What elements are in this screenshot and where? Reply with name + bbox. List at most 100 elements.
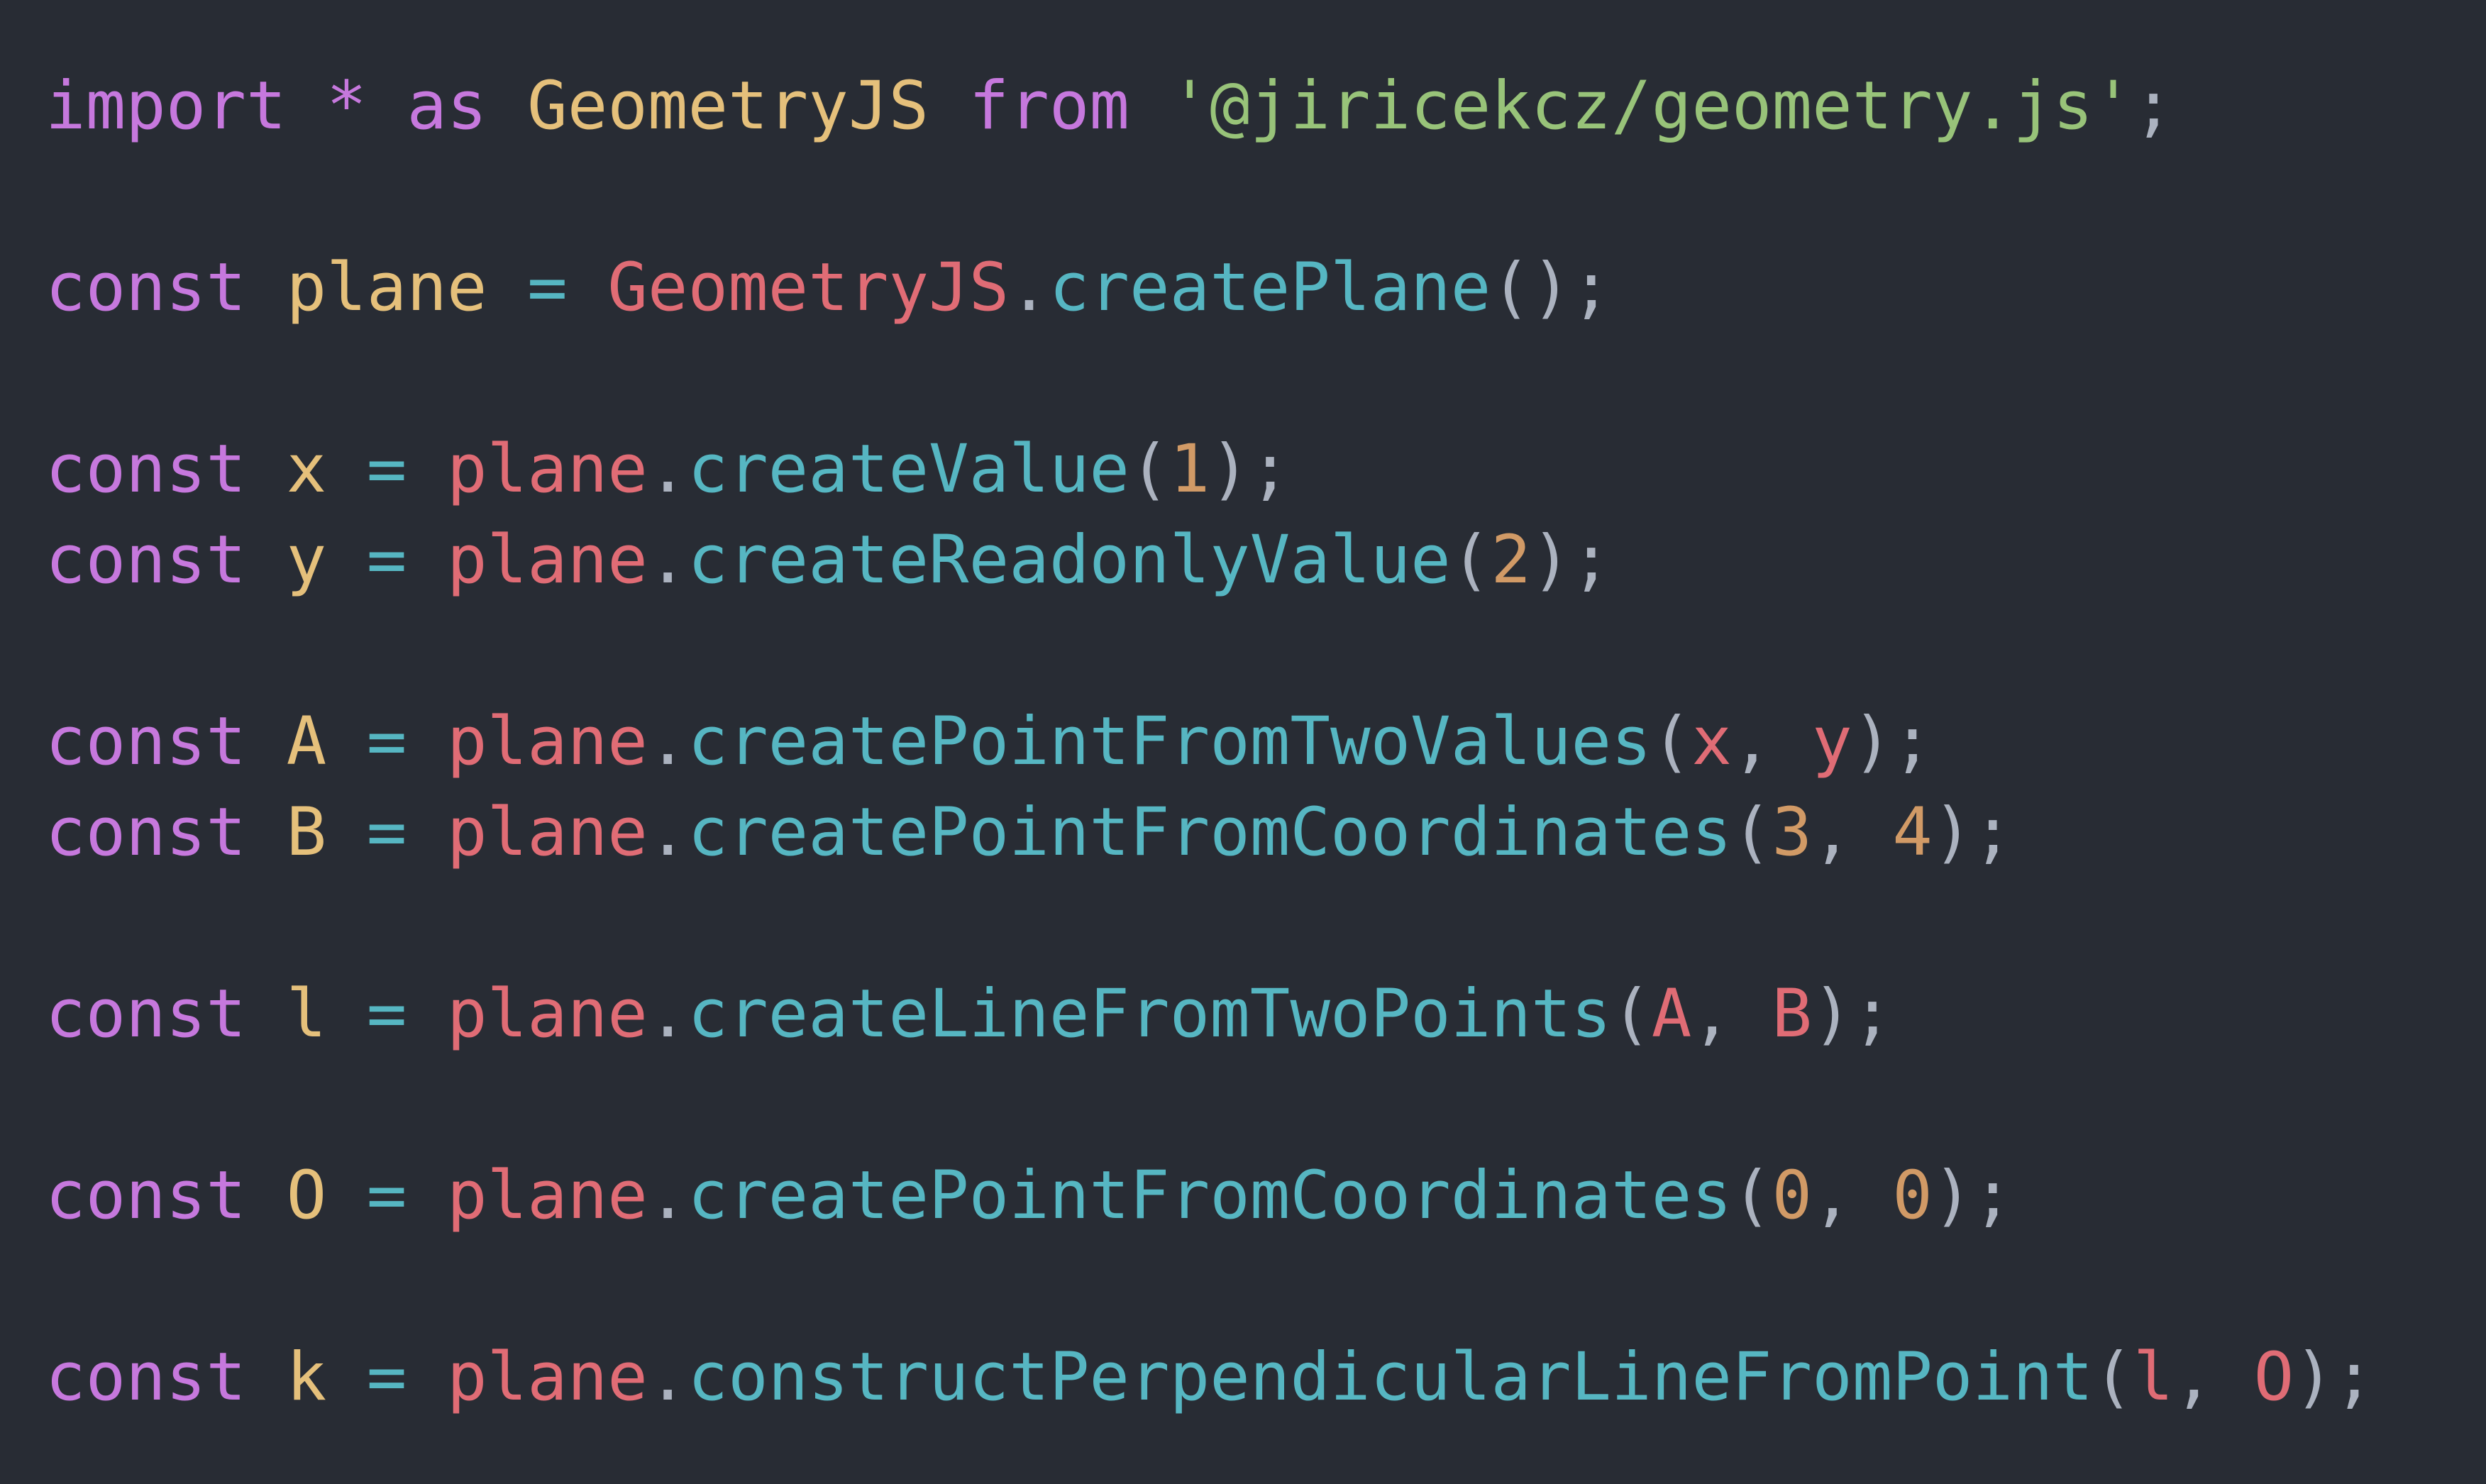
code-token: ( (1611, 975, 1652, 1053)
code-token: . (647, 431, 688, 508)
code-token: createPointFromCoordinates (687, 794, 1732, 871)
code-token: ( (2093, 1339, 2133, 1416)
code-token: = (366, 521, 407, 599)
code-token: ); (1530, 521, 1612, 599)
code-token: plane (446, 521, 648, 599)
code-token: const (45, 249, 246, 326)
code-token: B (1772, 975, 1813, 1053)
code-token: plane (446, 1339, 648, 1416)
code-token: const (45, 703, 246, 780)
code-token: l (286, 975, 327, 1053)
code-token: ); (1852, 703, 1933, 780)
code-line[interactable]: const l = plane.createLineFromTwoPoints(… (45, 969, 2374, 1060)
code-token: 0 (1892, 1157, 1933, 1234)
code-token: 1 (1169, 431, 1210, 508)
code-token: x (286, 431, 327, 508)
code-token: const (45, 794, 246, 871)
code-token: A (1651, 975, 1692, 1053)
code-token: createPointFromCoordinates (687, 1157, 1732, 1234)
code-line[interactable] (45, 878, 2374, 969)
code-line[interactable]: const plane = GeometryJS.createPlane(); (45, 243, 2374, 333)
code-line[interactable] (45, 606, 2374, 697)
code-token: GeometryJS (607, 249, 1010, 326)
code-token: import (45, 67, 287, 145)
code-token: ); (2294, 1339, 2375, 1416)
code-token: plane (286, 249, 487, 326)
code-token: O (286, 1157, 327, 1234)
code-token: plane (446, 431, 648, 508)
code-line[interactable] (45, 152, 2374, 243)
code-line[interactable]: const y = plane.createReadonlyValue(2); (45, 515, 2374, 606)
code-token: . (647, 1339, 688, 1416)
code-line[interactable]: const O = plane.createPointFromCoordinat… (45, 1151, 2374, 1241)
code-token: , (1731, 703, 1813, 780)
code-editor[interactable]: import * as GeometryJS from '@jiricekcz/… (0, 0, 2486, 1484)
code-token: 2 (1491, 521, 1531, 599)
code-token: y (286, 521, 327, 599)
code-line[interactable]: import * as GeometryJS from '@jiricekcz/… (45, 61, 2374, 152)
code-token: const (45, 521, 246, 599)
code-token: const (45, 1339, 246, 1416)
code-token: ; (2133, 67, 2174, 145)
code-token: as (407, 67, 487, 145)
code-token: , (2173, 1339, 2254, 1416)
code-token: O (2253, 1339, 2294, 1416)
code-token: . (647, 521, 688, 599)
code-line[interactable] (45, 1241, 2374, 1332)
code-token: from (968, 67, 1130, 145)
code-token: createPointFromTwoValues (687, 703, 1652, 780)
code-token: ( (1450, 521, 1491, 599)
code-token: . (1009, 249, 1049, 326)
code-token: plane (446, 1157, 648, 1234)
code-line[interactable]: const A = plane.createPointFromTwoValues… (45, 697, 2374, 787)
code-line[interactable]: const k = plane.constructPerpendicularLi… (45, 1332, 2374, 1423)
code-line[interactable] (45, 1060, 2374, 1151)
code-token: constructPerpendicularLineFromPoint (687, 1339, 2094, 1416)
code-token: x (1691, 703, 1732, 780)
code-token: '@jiricekcz/geometry.js' (1169, 67, 2133, 145)
code-line[interactable]: const B = plane.createPointFromCoordinat… (45, 787, 2374, 878)
code-token: const (45, 431, 246, 508)
code-token: . (647, 975, 688, 1053)
code-token: const (45, 975, 246, 1053)
code-token: ); (1812, 975, 1893, 1053)
code-token: ); (1932, 794, 2013, 871)
code-token: 4 (1892, 794, 1933, 871)
code-block[interactable]: import * as GeometryJS from '@jiricekcz/… (45, 0, 2374, 1423)
code-token: 0 (1772, 1157, 1813, 1234)
code-token: plane (446, 794, 648, 871)
code-token: 3 (1772, 794, 1813, 871)
code-line[interactable] (45, 333, 2374, 424)
code-token: = (366, 794, 407, 871)
code-token: ( (1651, 703, 1692, 780)
code-token: = (366, 1157, 407, 1234)
code-token: = (366, 703, 407, 780)
code-line[interactable]: const x = plane.createValue(1); (45, 424, 2374, 515)
code-token: , (1812, 1157, 1893, 1234)
code-token: , (1691, 975, 1772, 1053)
code-token: * (326, 67, 367, 145)
code-token: ); (1210, 431, 1291, 508)
code-token: createValue (687, 431, 1130, 508)
code-token: l (2133, 1339, 2174, 1416)
